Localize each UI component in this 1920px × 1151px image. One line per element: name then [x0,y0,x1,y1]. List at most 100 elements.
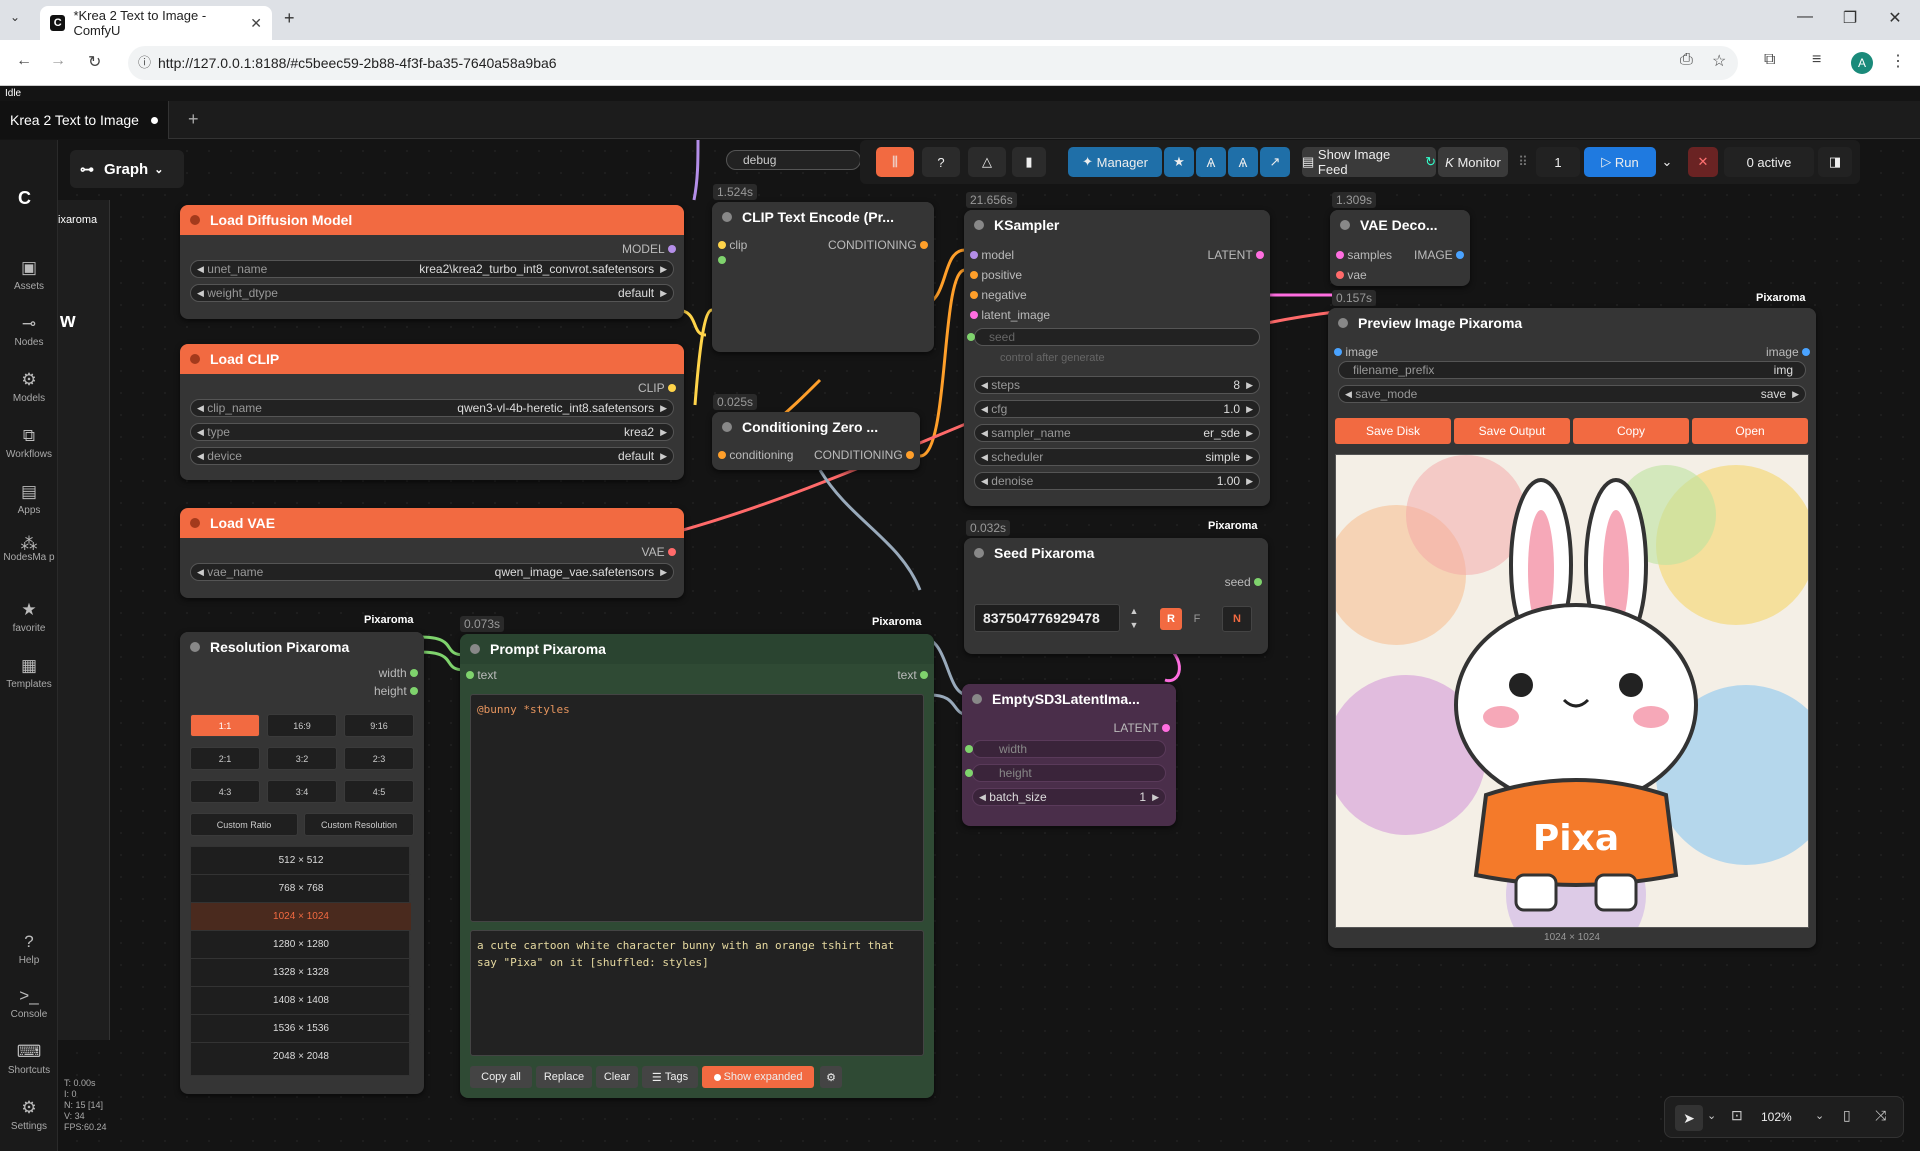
clear-button[interactable]: Clear [596,1066,638,1088]
site-info-icon[interactable]: ⓘ [138,46,151,80]
collapse-dot-icon[interactable] [1338,318,1348,328]
arrow-right-icon[interactable]: ▶ [660,264,667,275]
batch-count-input[interactable]: 1 [1536,147,1580,177]
zoom-chevron-icon[interactable]: ⌄ [1815,1109,1824,1122]
output-latent[interactable]: LATENT [1114,721,1170,735]
arrow-left-icon[interactable]: ◀ [981,428,988,439]
back-icon[interactable]: ← [16,52,32,70]
minimap-icon[interactable]: ▯ [1843,1107,1851,1124]
arrow-right-icon[interactable]: ▶ [1246,404,1253,415]
output-width[interactable]: width [379,666,418,680]
input-text[interactable] [718,256,726,264]
restore-icon[interactable]: ❐ [1830,8,1870,28]
show-expanded-button[interactable]: Show expanded [702,1066,814,1088]
arrow-left-icon[interactable]: ◀ [197,403,204,414]
share-icon[interactable]: ↗ [1260,147,1290,177]
custom-resolution-button[interactable]: Custom Resolution [304,813,414,836]
height-input[interactable]: height [965,764,1166,782]
fit-view-icon[interactable]: ⊡ [1731,1107,1743,1124]
seed-stepper[interactable]: ▲ ▼ [1126,604,1142,632]
node-preview-image[interactable]: Preview Image Pixaroma image image filen… [1328,308,1816,948]
sidebar-shortcuts[interactable]: ⌨ Shortcuts [0,1042,58,1076]
tab-search-icon[interactable]: ⌄ [10,10,20,24]
output-seed[interactable]: seed [1225,575,1262,589]
input-model[interactable]: model [970,248,1014,262]
filename-prefix-widget[interactable]: filename_prefix img [1338,361,1806,379]
arrow-left-icon[interactable]: ◀ [981,380,988,391]
collapse-dot-icon[interactable] [1340,220,1350,230]
collapse-dot-icon[interactable] [974,220,984,230]
help-question-icon[interactable]: ? [922,147,960,177]
ratio-1-1[interactable]: 1:1 [190,714,260,737]
bookmark-star-icon[interactable]: ☆ [1712,51,1726,71]
graph-canvas[interactable]: C ▣ Assets ⊸ Nodes ⚙ Models ⧉ Workflows ▤ App… [0,140,1920,1151]
profile-avatar[interactable]: A [1851,52,1873,74]
node-prompt-pixaroma[interactable]: Prompt Pixaroma text text @bunny *styles… [460,634,934,1098]
arrow-right-icon[interactable]: ▶ [660,403,667,414]
copy-button[interactable]: Copy [1573,418,1689,444]
forward-icon[interactable]: → [50,52,66,70]
arrow-right-icon[interactable]: ▶ [1246,428,1253,439]
arrow-right-icon[interactable]: ▶ [1246,380,1253,391]
width-input[interactable]: width [965,740,1166,758]
output-image[interactable]: IMAGE [1414,248,1464,262]
size-1024[interactable]: 1024 × 1024 [191,903,411,931]
arrow-left-icon[interactable]: ◀ [197,567,204,578]
browser-menu-icon[interactable]: ⋮ [1890,51,1906,71]
star-icon[interactable]: ★ [1164,147,1194,177]
prompt-template-textarea[interactable]: @bunny *styles [470,694,924,922]
node-vae-decode[interactable]: VAE Deco... samples vae IMAGE [1330,210,1470,286]
output-conditioning[interactable]: CONDITIONING [828,238,928,252]
weight-dtype-widget[interactable]: ◀ weight_dtype default ▶ [190,284,674,302]
drag-handle-icon[interactable]: ⠿ [1516,147,1530,177]
comfy-logo-icon[interactable]: C [18,188,31,209]
node-load-diffusion-model[interactable]: Load Diffusion Model MODEL ◀ unet_name kr… [180,205,684,319]
arrow-right-icon[interactable]: ▶ [660,427,667,438]
unet-name-widget[interactable]: ◀ unet_name krea2\krea2_turbo_int8_convro… [190,260,674,278]
output-vae[interactable]: VAE [642,545,676,559]
tags-button[interactable]: ☰ Tags [642,1066,698,1088]
arrow-right-icon[interactable]: ▶ [1246,476,1253,487]
input-image[interactable]: image [1334,345,1378,359]
collapse-dot-icon[interactable] [722,422,732,432]
arrow-left-icon[interactable]: ◀ [197,264,204,275]
close-window-icon[interactable]: ✕ [1875,8,1915,28]
arrow-right-icon[interactable]: ▶ [660,451,667,462]
workflow-tab[interactable]: Krea 2 Text to Image [0,101,169,139]
arrow-right-icon[interactable]: ▶ [1792,389,1799,400]
sidebar-templates[interactable]: ▦ Templates [0,656,58,690]
node-conditioning-zero[interactable]: Conditioning Zero ... conditioning CONDI… [712,412,920,470]
device-widget[interactable]: ◀ device default ▶ [190,447,674,465]
active-queue-button[interactable]: 0 active [1724,147,1814,177]
graph-selector[interactable]: ⊶ Graph ⌄ [70,150,184,188]
minimize-icon[interactable]: — [1785,8,1825,26]
seed-input-widget[interactable]: seed [967,328,1260,346]
collapse-dot-icon[interactable] [974,548,984,558]
output-image[interactable]: image [1766,345,1810,359]
new-workflow-icon[interactable]: + [188,109,199,130]
input-text[interactable]: text [466,668,497,682]
expanded-prompt-textarea[interactable]: a cute cartoon white character bunny wit… [470,930,924,1056]
sidebar-models[interactable]: ⚙ Models [0,370,58,404]
node-empty-latent[interactable]: EmptySD3LatentIma... LATENT width height… [962,684,1176,826]
seed-fixed-button[interactable]: F [1186,608,1208,630]
replace-button[interactable]: Replace [536,1066,592,1088]
pointer-icon[interactable]: ➤ [1675,1105,1703,1131]
output-clip[interactable]: CLIP [638,381,676,395]
size-512[interactable]: 512 × 512 [191,847,411,875]
collapse-dot-icon[interactable] [972,694,982,704]
arrow-right-icon[interactable]: ▶ [660,288,667,299]
denoise-widget[interactable]: ◀ denoise 1.00 ▶ [974,472,1260,490]
vae-name-widget[interactable]: ◀ vae_name qwen_image_vae.safetensors ▶ [190,563,674,581]
arrow-left-icon[interactable]: ◀ [197,288,204,299]
arrow-right-icon[interactable]: ▶ [1246,452,1253,463]
input-conditioning[interactable]: conditioning [718,448,793,462]
sidebar-console[interactable]: >_ Console [0,986,58,1020]
sidebar-settings[interactable]: ⚙ Settings [0,1098,58,1132]
clip-name-widget[interactable]: ◀ clip_name qwen3-vl-4b-heretic_int8.safe… [190,399,674,417]
arrow-left-icon[interactable]: ◀ [979,792,986,803]
new-tab-icon[interactable]: + [284,8,295,29]
collapse-dot-icon[interactable] [190,518,200,528]
arrow-left-icon[interactable]: ◀ [1345,389,1352,400]
steps-widget[interactable]: ◀ steps 8 ▶ [974,376,1260,394]
